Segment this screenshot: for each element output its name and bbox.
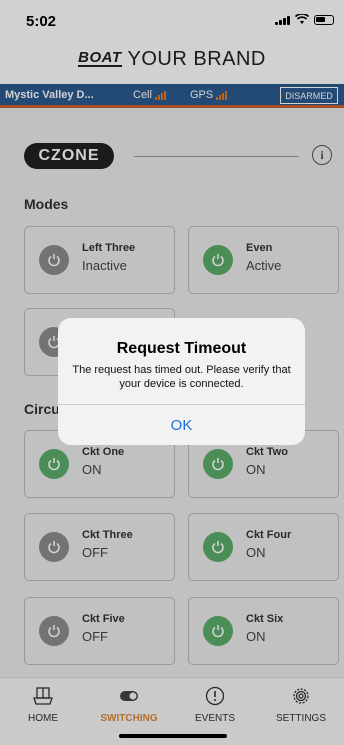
home-indicator[interactable] (119, 734, 227, 738)
request-timeout-dialog: Request Timeout The request has timed ou… (58, 318, 305, 445)
dialog-message: The request has timed out. Please verify… (72, 364, 291, 390)
dialog-title: Request Timeout (116, 340, 247, 357)
ok-button[interactable]: OK (58, 405, 305, 445)
